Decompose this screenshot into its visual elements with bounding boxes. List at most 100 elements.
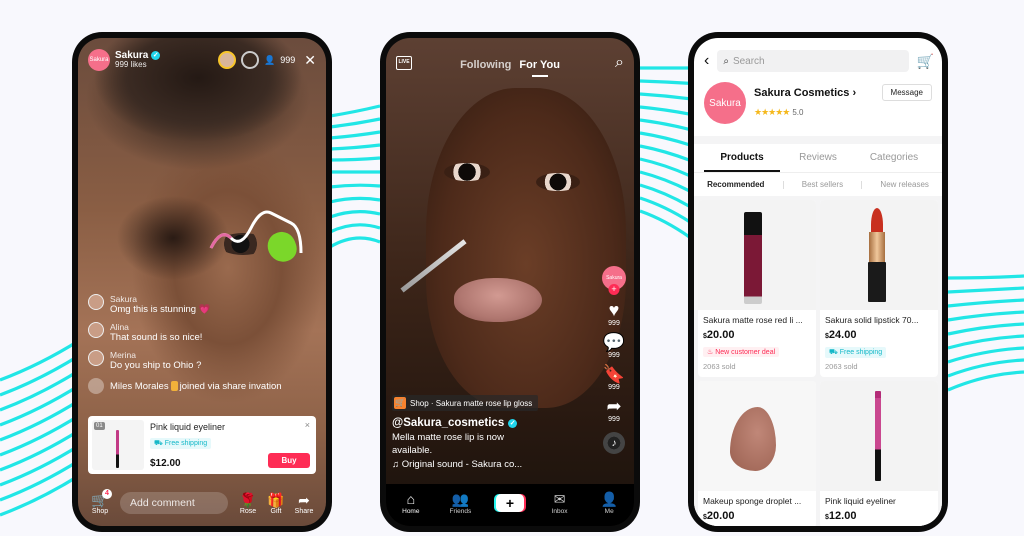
wave-line — [639, 92, 691, 101]
share-count: 999 — [608, 416, 620, 423]
filter-new-releases[interactable]: New releases — [880, 180, 928, 189]
sound-name: Original sound - Sakura co... — [401, 459, 523, 470]
host-avatar[interactable]: Sakura — [88, 49, 110, 71]
search-icon[interactable]: ⌕ — [615, 54, 624, 72]
product-index: 01 — [94, 422, 105, 430]
wave-line — [329, 196, 381, 204]
verified-icon: ✓ — [508, 418, 518, 428]
sound-link[interactable]: ♫ Original sound - Sakura co... — [392, 459, 592, 470]
person-icon: 👤 — [264, 54, 276, 65]
filter-best-sellers[interactable]: Best sellers — [802, 180, 843, 189]
share-label: Share — [294, 507, 314, 515]
inbox-icon: ✉ — [553, 491, 566, 507]
nav-friends[interactable]: 👥 Friends — [442, 491, 478, 515]
back-chevron-icon[interactable]: ‹ — [704, 52, 709, 70]
phone-for-you-feed: LIVE Following For You ⌕ Sakura + ♥ 999 💬… — [380, 32, 640, 532]
lip-gloss-image — [744, 212, 762, 304]
share-icon: ➦ — [606, 396, 622, 416]
rose-gift-button[interactable]: 🌹 Rose — [234, 492, 262, 515]
product-image — [820, 381, 938, 491]
price-value: 12.00 — [828, 510, 857, 522]
shop-button[interactable]: 🛒 4 Shop — [86, 488, 114, 515]
commenter-avatar[interactable] — [88, 322, 104, 338]
bookmark-icon: 🔖 — [602, 364, 626, 384]
comment-item: Alina That sound is so nice! — [88, 322, 318, 343]
wave-line — [947, 370, 1024, 392]
divider — [782, 180, 784, 189]
product-card[interactable]: Makeup sponge droplet ... $20.00 — [698, 381, 816, 526]
share-button[interactable]: ➦ 999 — [606, 396, 621, 423]
nav-create[interactable]: + — [492, 494, 528, 512]
live-screen: Sakura Sakura ✓ 999 likes 👤 999 ✕ Sakura O… — [78, 38, 326, 526]
pinned-product-card[interactable]: 01 Pink liquid eyeliner ⛟ Free shipping … — [88, 416, 316, 474]
bookmark-button[interactable]: 🔖 999 — [603, 364, 625, 391]
comment-item: Merina Do you ship to Ohio ? — [88, 350, 318, 371]
add-comment-input[interactable]: Add comment — [120, 492, 228, 514]
close-icon[interactable]: ✕ — [304, 52, 316, 69]
sold-count: 2063 sold — [825, 362, 858, 371]
tab-following[interactable]: Following — [460, 59, 511, 71]
gift-button[interactable]: 🎁 Gift — [262, 492, 290, 515]
comment-button[interactable]: 💬 999 — [603, 332, 625, 359]
rating-value: 5.0 — [792, 107, 804, 117]
top-viewer-avatar[interactable] — [218, 51, 237, 69]
divider — [861, 180, 863, 189]
product-card[interactable]: Sakura matte rose red li ... $20.00 ♨ Ne… — [698, 200, 816, 377]
nav-home[interactable]: ⌂ Home — [393, 491, 429, 515]
store-logo[interactable]: Sakura — [704, 82, 746, 124]
wave-line — [639, 118, 691, 132]
bookmark-count: 999 — [608, 384, 620, 391]
shopping-cart-icon[interactable]: 🛒 — [917, 53, 934, 70]
top-viewer-avatar[interactable] — [241, 51, 260, 69]
wave-line — [639, 131, 691, 147]
rose-label: Rose — [239, 507, 257, 515]
wave-line — [329, 183, 381, 189]
wave-line — [0, 338, 81, 382]
product-card[interactable]: Pink liquid eyeliner $12.00 — [820, 381, 938, 526]
message-button[interactable]: Message — [881, 84, 932, 101]
commenter-name: Alina — [110, 322, 129, 332]
commenter-avatar[interactable] — [88, 350, 104, 366]
product-card[interactable]: Sakura solid lipstick 70... $24.00 ⛟ Fre… — [820, 200, 938, 377]
cart-count-badge: 4 — [102, 488, 112, 499]
creator-avatar-text: Sakura — [606, 275, 622, 281]
shopping-cart-icon: 🛒 — [394, 397, 406, 409]
store-info: Sakura Sakura Cosmetics › ★★★★★ 5.0 Messa… — [694, 72, 942, 124]
follow-plus-icon[interactable]: + — [608, 284, 620, 295]
wave-line — [639, 209, 691, 239]
live-icon[interactable]: LIVE — [396, 56, 412, 70]
tab-products[interactable]: Products — [704, 144, 780, 172]
tab-for-you[interactable]: For You — [519, 59, 560, 71]
wave-line — [329, 236, 381, 249]
join-text: joined via share invation — [179, 380, 282, 392]
nav-inbox[interactable]: ✉ Inbox — [542, 491, 578, 515]
video-description: Mella matte rose lip is now available. — [392, 432, 504, 456]
filter-recommended[interactable]: Recommended — [707, 180, 764, 189]
like-count: 999 likes — [115, 60, 147, 70]
makeup-sponge-image — [730, 407, 776, 471]
shop-tabs: Products Reviews Categories — [694, 144, 942, 173]
sold-count: 2063 sold — [703, 362, 736, 371]
sound-disc-icon[interactable]: ♪ — [603, 432, 625, 454]
creator-avatar[interactable]: Sakura + — [602, 266, 626, 295]
tab-reviews[interactable]: Reviews — [780, 144, 856, 172]
close-icon[interactable]: × — [305, 420, 310, 430]
nav-me[interactable]: 👤 Me — [591, 491, 627, 515]
search-input[interactable]: ⌕ Search — [717, 50, 909, 72]
like-button[interactable]: ♥ 999 — [608, 300, 620, 327]
eyeliner-image — [875, 391, 881, 481]
promo-stage: Sakura Sakura ✓ 999 likes 👤 999 ✕ Sakura O… — [0, 0, 1024, 536]
commenter-avatar[interactable] — [88, 294, 104, 310]
creator-handle[interactable]: @Sakura_cosmetics — [392, 417, 504, 429]
friends-icon: 👥 — [451, 491, 470, 507]
join-notice: Miles Morales joined via share invation — [88, 378, 318, 394]
buy-button[interactable]: Buy — [268, 453, 310, 468]
chevron-right-icon: › — [852, 86, 857, 99]
shipping-tag-text: Free shipping — [164, 440, 208, 447]
free-shipping-tag: ⛟ Free shipping — [150, 438, 212, 449]
shop-product-link[interactable]: 🛒 Shop · Sakura matte rose lip gloss — [392, 395, 539, 411]
comment-icon: 💬 — [602, 332, 626, 352]
store-name-link[interactable]: Sakura Cosmetics › — [754, 87, 856, 99]
share-button[interactable]: ➦ Share — [290, 492, 318, 515]
tab-categories[interactable]: Categories — [856, 144, 932, 172]
